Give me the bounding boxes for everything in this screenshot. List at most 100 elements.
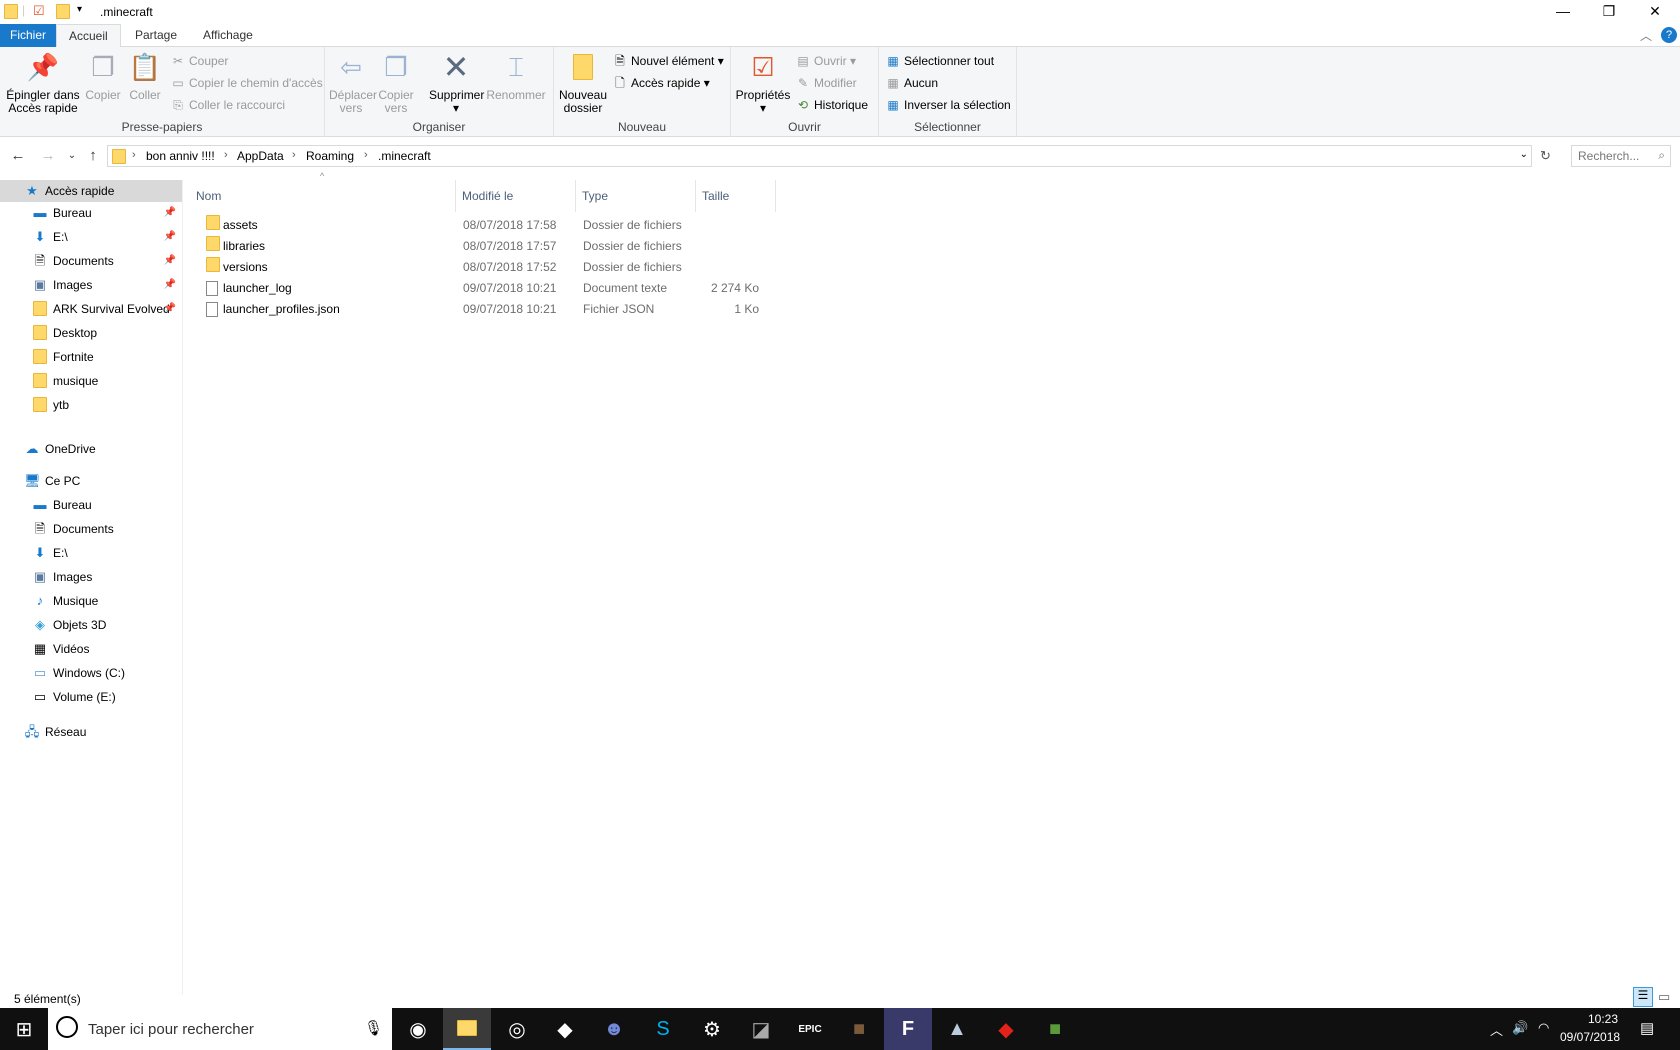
discord-icon[interactable]: ☻	[590, 1008, 638, 1050]
groove-icon[interactable]: ◎	[493, 1008, 541, 1050]
breadcrumb-separator[interactable]: ›	[132, 149, 136, 161]
new-folder-qat-icon[interactable]	[56, 4, 70, 19]
rename-button[interactable]: ⌶ Renommer	[485, 51, 547, 102]
cut-button[interactable]: ✂ Couper	[170, 51, 228, 71]
sidebar-item[interactable]: ▣ Images	[0, 566, 182, 588]
select-all-button[interactable]: ▦ Sélectionner tout	[885, 51, 994, 71]
file-row[interactable]: libraries 08/07/2018 17:57 Dossier de fi…	[190, 236, 775, 257]
large-icons-view-button[interactable]: ▭	[1658, 989, 1670, 1005]
refresh-icon[interactable]: ↻	[1540, 148, 1551, 164]
address-bar[interactable]: › bon anniv !!!! › AppData › Roaming › .…	[107, 145, 1532, 167]
copy-to-button[interactable]: ❐ Copier vers	[375, 51, 417, 115]
sidebar-item[interactable]: ▣ Images 📌	[0, 274, 182, 296]
recent-locations-button[interactable]: ⌄	[62, 146, 82, 166]
new-item-button[interactable]: 🗎 Nouvel élément ▾	[612, 51, 724, 71]
properties-qat-icon[interactable]: ☑	[33, 3, 45, 19]
action-center-icon[interactable]: ▤	[1640, 1019, 1654, 1037]
new-folder-button[interactable]: Nouveau dossier	[556, 51, 610, 115]
pin-icon[interactable]: 📌	[164, 274, 176, 296]
customize-qat-icon[interactable]: ▾	[77, 4, 82, 15]
breadcrumb-item[interactable]: AppData	[237, 149, 284, 163]
breadcrumb-item[interactable]: .minecraft	[378, 149, 431, 163]
sidebar-item[interactable]: ⬇ E:\	[0, 542, 182, 564]
breadcrumb-separator[interactable]: ›	[364, 149, 368, 161]
select-none-button[interactable]: ▦ Aucun	[885, 73, 938, 93]
taskbar-search[interactable]: Taper ici pour rechercher 🎙	[48, 1008, 392, 1050]
sidebar-item[interactable]: ⬇ E:\ 📌	[0, 226, 182, 248]
back-button[interactable]: ←	[8, 146, 28, 166]
pin-icon[interactable]: 📌	[164, 250, 176, 272]
pin-icon[interactable]: 📌	[164, 226, 176, 248]
sidebar-item-onedrive[interactable]: ☁ OneDrive	[0, 438, 182, 460]
column-header-size[interactable]: Taille	[696, 180, 776, 212]
ark-icon[interactable]: ▲	[933, 1008, 981, 1050]
pin-icon[interactable]: 📌	[164, 298, 176, 320]
clock-time[interactable]: 10:23	[1578, 1012, 1628, 1026]
history-button[interactable]: ⟲ Historique	[795, 95, 868, 115]
forward-button[interactable]: →	[38, 146, 58, 166]
sidebar-item-quick-access[interactable]: ★ Accès rapide	[0, 180, 182, 202]
easy-access-button[interactable]: 🗋 Accès rapide ▾	[612, 73, 710, 93]
sidebar-item[interactable]: 🗎 Documents	[0, 518, 182, 540]
sidebar-item[interactable]: ARK Survival Evolved 📌	[0, 298, 182, 320]
chrome-icon[interactable]: ◉	[394, 1008, 442, 1050]
file-row[interactable]: launcher_log 09/07/2018 10:21 Document t…	[190, 278, 775, 299]
delete-button[interactable]: ✕ Supprimer ▾	[429, 51, 484, 115]
help-icon[interactable]: ?	[1661, 27, 1677, 43]
epic-games-icon[interactable]: EPIC	[786, 1008, 834, 1050]
address-dropdown-icon[interactable]: ⌄	[1520, 149, 1528, 160]
roblox-icon[interactable]: ◆	[982, 1008, 1030, 1050]
paste-shortcut-button[interactable]: ⎘ Coller le raccourci	[170, 95, 285, 115]
sidebar-item[interactable]: 🗎 Documents 📌	[0, 250, 182, 272]
pin-quick-access-button[interactable]: 📌 Épingler dans Accès rapide	[4, 51, 82, 115]
breadcrumb-separator[interactable]: ›	[224, 149, 228, 161]
steam-icon[interactable]: ⚙	[688, 1008, 736, 1050]
volume-icon[interactable]: 🔊	[1512, 1020, 1528, 1036]
skype-icon[interactable]: S	[639, 1008, 687, 1050]
tab-partage[interactable]: Partage	[123, 24, 189, 47]
column-header-type[interactable]: Type	[576, 180, 696, 212]
file-row[interactable]: launcher_profiles.json 09/07/2018 10:21 …	[190, 299, 775, 320]
copy-path-button[interactable]: ▭ Copier le chemin d'accès	[170, 73, 322, 93]
show-hidden-icons[interactable]: ︿	[1490, 1020, 1503, 1039]
sidebar-item-network[interactable]: 🖧 Réseau	[0, 721, 182, 743]
sidebar-item[interactable]: Fortnite	[0, 346, 182, 368]
edit-button[interactable]: ✎ Modifier	[795, 73, 857, 93]
collapse-ribbon-icon[interactable]: ︿	[1640, 27, 1652, 44]
sidebar-item[interactable]: musique	[0, 370, 182, 392]
open-button[interactable]: ▤ Ouvrir ▾	[795, 51, 856, 71]
sidebar-item[interactable]: ▭ Volume (E:)	[0, 686, 182, 708]
copy-button[interactable]: ❐ Copier	[83, 51, 123, 102]
start-button[interactable]: ⊞	[0, 1008, 48, 1050]
details-view-button[interactable]: ☰	[1633, 987, 1653, 1007]
sidebar-item[interactable]: ▭ Windows (C:)	[0, 662, 182, 684]
paste-button[interactable]: 📋 Coller	[125, 51, 165, 102]
breadcrumb-item[interactable]: bon anniv !!!!	[146, 149, 215, 163]
column-header-modified[interactable]: Modifié le	[456, 180, 576, 212]
app-icon[interactable]: ◪	[737, 1008, 785, 1050]
column-header-name[interactable]: Nom	[190, 180, 456, 212]
tab-affichage[interactable]: Affichage	[191, 24, 265, 47]
sidebar-item[interactable]: ytb	[0, 394, 182, 416]
file-explorer-icon[interactable]	[443, 1008, 491, 1050]
app-icon[interactable]: ◆	[541, 1008, 589, 1050]
file-row[interactable]: assets 08/07/2018 17:58 Dossier de fichi…	[190, 215, 775, 236]
invert-selection-button[interactable]: ▦ Inverser la sélection	[885, 95, 1010, 115]
tab-fichier[interactable]: Fichier	[0, 24, 56, 47]
clock-date[interactable]: 09/07/2018	[1560, 1030, 1620, 1044]
sidebar-item[interactable]: ◈ Objets 3D	[0, 614, 182, 636]
search-input[interactable]: Recherch... ⌕	[1571, 145, 1671, 167]
restore-button[interactable]: ❐	[1586, 0, 1632, 24]
sidebar-item[interactable]: ▬ Bureau 📌	[0, 202, 182, 224]
sidebar-item-this-pc[interactable]: 🖥 Ce PC	[0, 470, 182, 492]
sidebar-item[interactable]: ♪ Musique	[0, 590, 182, 612]
minimize-button[interactable]: —	[1540, 0, 1586, 24]
pin-icon[interactable]: 📌	[164, 202, 176, 224]
sidebar-item[interactable]: ▬ Bureau	[0, 494, 182, 516]
move-to-button[interactable]: ⇦ Déplacer vers	[329, 51, 377, 115]
breadcrumb-item[interactable]: Roaming	[306, 149, 354, 163]
minecraft-icon[interactable]: ■	[835, 1008, 883, 1050]
fortnite-icon[interactable]: F	[884, 1008, 932, 1050]
breadcrumb-separator[interactable]: ›	[292, 149, 296, 161]
minecraft-launcher-icon[interactable]: ■	[1031, 1008, 1079, 1050]
